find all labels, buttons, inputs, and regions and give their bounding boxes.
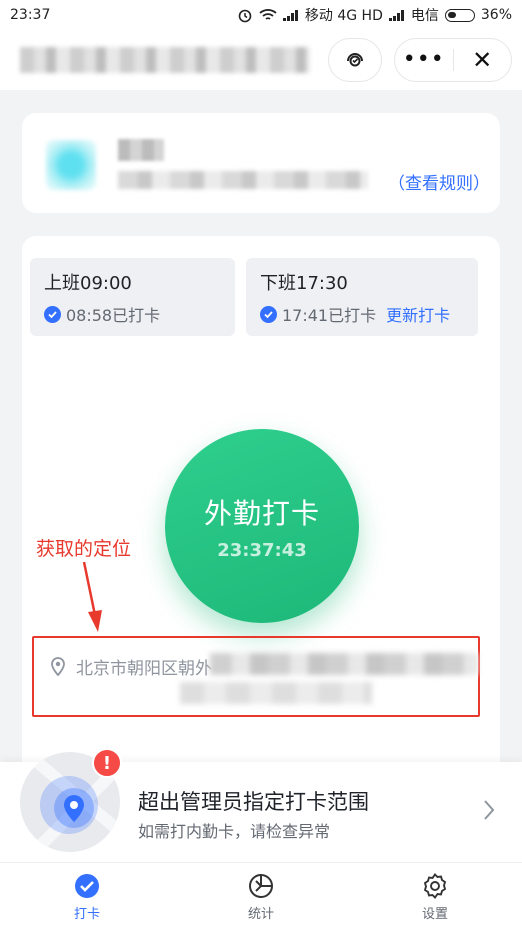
alert-icon: ! bbox=[92, 748, 122, 778]
mini-app-header: ••• ✕ bbox=[0, 30, 522, 90]
punch-clock: 23:37:43 bbox=[217, 539, 307, 561]
signal-icon bbox=[282, 9, 299, 21]
battery-icon bbox=[444, 8, 475, 22]
status-indicators: 移动 4G HD 电信 36% bbox=[237, 5, 512, 25]
banner-title: 超出管理员指定打卡范围 bbox=[138, 790, 369, 814]
location-pin-icon bbox=[51, 657, 65, 676]
view-rules-link[interactable]: （查看规则） bbox=[388, 169, 490, 194]
customer-service-button[interactable] bbox=[328, 38, 382, 82]
location-address-obscured-2 bbox=[180, 682, 372, 704]
annotation-arrow bbox=[82, 561, 102, 632]
out-of-range-banner[interactable]: ! 超出管理员指定打卡范围 如需打内勤卡，请检查异常 bbox=[0, 748, 522, 862]
status-bar: 23:37 移动 4G HD 电信 36% bbox=[0, 0, 522, 30]
shift-off-duty: 下班17:30 17:41已打卡 更新打卡 bbox=[246, 258, 478, 336]
gear-icon bbox=[423, 873, 447, 899]
shift-on-status-text: 08:58已打卡 bbox=[66, 306, 161, 325]
close-button[interactable]: ✕ bbox=[453, 38, 511, 82]
carrier-1: 移动 4G HD bbox=[304, 8, 383, 24]
alarm-icon bbox=[238, 9, 252, 23]
headset-icon bbox=[347, 53, 363, 67]
map-pin-icon bbox=[54, 788, 94, 828]
group-name-obscured bbox=[118, 139, 164, 161]
group-rule-obscured bbox=[118, 171, 368, 189]
battery-level: 36% bbox=[480, 7, 512, 23]
shift-off-title: 下班17:30 bbox=[260, 273, 348, 294]
tab-punch[interactable]: 打卡 bbox=[0, 863, 174, 928]
more-button[interactable]: ••• bbox=[395, 38, 453, 82]
capsule-menu: ••• ✕ bbox=[394, 38, 512, 82]
check-circle-icon bbox=[75, 874, 99, 898]
shift-on-duty: 上班09:00 08:58已打卡 bbox=[30, 258, 235, 336]
annotation-label: 获取的定位 bbox=[36, 538, 132, 560]
tab-stats-label: 统计 bbox=[247, 907, 274, 922]
wifi-icon bbox=[259, 9, 277, 20]
tab-settings-label: 设置 bbox=[421, 907, 448, 922]
location-highlight: 北京市朝阳区朝外 bbox=[32, 636, 480, 717]
pie-chart-icon bbox=[249, 874, 273, 898]
shift-off-status: 17:41已打卡 更新打卡 bbox=[260, 302, 464, 326]
group-avatar bbox=[46, 140, 96, 190]
location-address-obscured bbox=[210, 653, 478, 675]
checked-icon bbox=[44, 305, 61, 323]
carrier-2: 电信 bbox=[410, 8, 439, 24]
status-time: 23:37 bbox=[10, 7, 51, 23]
update-punch-link[interactable]: 更新打卡 bbox=[386, 302, 450, 326]
checked-icon bbox=[260, 305, 277, 323]
punch-label: 外勤打卡 bbox=[203, 496, 320, 530]
shift-off-status-text: 17:41已打卡 bbox=[282, 306, 377, 325]
group-info-card: （查看规则） bbox=[22, 113, 500, 213]
page-title-obscured bbox=[20, 47, 310, 73]
signal-icon-2 bbox=[388, 9, 405, 21]
location-address: 北京市朝阳区朝外 bbox=[76, 659, 212, 679]
chevron-right-icon bbox=[484, 800, 495, 820]
tab-settings[interactable]: 设置 bbox=[348, 863, 522, 928]
tab-stats[interactable]: 统计 bbox=[174, 863, 348, 928]
bottom-tab-bar: 打卡 统计 设置 bbox=[0, 862, 522, 928]
banner-subtitle: 如需打内勤卡，请检查异常 bbox=[138, 822, 331, 841]
field-punch-button[interactable]: 外勤打卡 23:37:43 bbox=[165, 429, 359, 623]
shift-on-title: 上班09:00 bbox=[44, 273, 132, 294]
tab-punch-label: 打卡 bbox=[73, 907, 100, 922]
shift-on-status: 08:58已打卡 bbox=[44, 302, 221, 326]
